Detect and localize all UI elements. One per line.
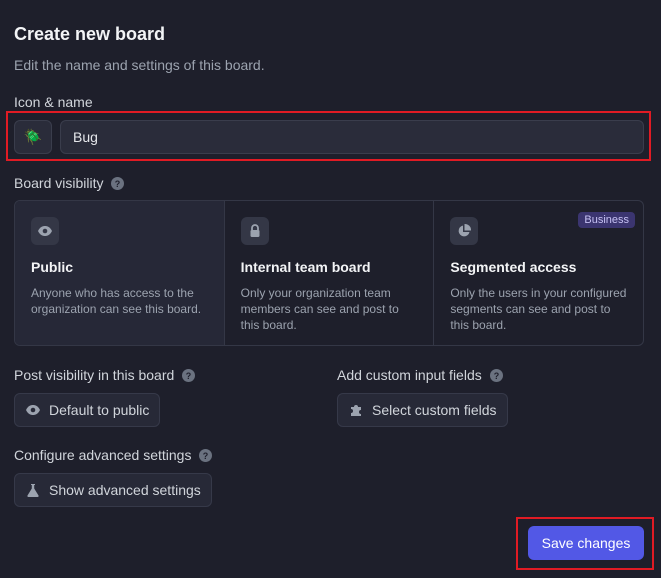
svg-text:?: ? bbox=[494, 371, 500, 381]
select-custom-fields-button[interactable]: Select custom fields bbox=[337, 393, 508, 427]
page-title: Create new board bbox=[14, 24, 166, 44]
visibility-option-segmented[interactable]: Business Segmented access Only the users… bbox=[434, 201, 643, 345]
business-badge: Business bbox=[578, 212, 636, 228]
show-advanced-settings-button-label: Show advanced settings bbox=[49, 482, 201, 498]
beetle-icon: 🪲 bbox=[23, 129, 43, 146]
help-icon[interactable]: ? bbox=[182, 368, 196, 382]
flask-icon bbox=[25, 482, 41, 498]
board-icon-picker[interactable]: 🪲 bbox=[14, 120, 52, 154]
board-visibility-label: Board visibility ? bbox=[14, 175, 125, 191]
puzzle-icon bbox=[348, 402, 364, 418]
lock-icon bbox=[240, 217, 269, 245]
save-changes-button[interactable]: Save changes bbox=[528, 526, 644, 560]
pie-chart-icon bbox=[450, 217, 479, 245]
help-icon[interactable]: ? bbox=[111, 176, 125, 190]
visibility-option-public[interactable]: Public Anyone who has access to the orga… bbox=[15, 201, 225, 345]
board-name-input[interactable] bbox=[60, 120, 644, 154]
board-visibility-label-text: Board visibility bbox=[14, 175, 104, 191]
show-advanced-settings-button[interactable]: Show advanced settings bbox=[14, 473, 212, 507]
eye-icon bbox=[25, 402, 41, 418]
post-visibility-label: Post visibility in this board ? bbox=[14, 367, 196, 383]
visibility-option-title: Public bbox=[31, 259, 74, 275]
advanced-settings-label-text: Configure advanced settings bbox=[14, 447, 192, 463]
svg-text:?: ? bbox=[186, 371, 192, 381]
select-custom-fields-button-label: Select custom fields bbox=[372, 402, 497, 418]
post-visibility-button-label: Default to public bbox=[49, 402, 150, 418]
visibility-option-internal[interactable]: Internal team board Only your organizati… bbox=[225, 201, 435, 345]
visibility-option-title: Segmented access bbox=[450, 259, 577, 275]
post-visibility-button[interactable]: Default to public bbox=[14, 393, 161, 427]
visibility-option-description: Only your organization team members can … bbox=[240, 286, 399, 332]
eye-icon bbox=[31, 217, 59, 245]
help-icon[interactable]: ? bbox=[489, 368, 503, 382]
page-subtitle: Edit the name and settings of this board… bbox=[14, 57, 265, 73]
post-visibility-label-text: Post visibility in this board bbox=[14, 367, 175, 383]
help-icon[interactable]: ? bbox=[199, 448, 213, 462]
visibility-option-description: Only the users in your configured segmen… bbox=[450, 286, 627, 332]
custom-fields-label-text: Add custom input fields bbox=[337, 367, 482, 383]
custom-fields-label: Add custom input fields ? bbox=[337, 367, 503, 383]
visibility-options: Public Anyone who has access to the orga… bbox=[14, 200, 644, 346]
svg-text:?: ? bbox=[115, 179, 121, 189]
icon-name-label-text: Icon & name bbox=[14, 94, 93, 110]
icon-name-label: Icon & name bbox=[14, 94, 93, 110]
advanced-settings-label: Configure advanced settings ? bbox=[14, 447, 213, 463]
visibility-option-description: Anyone who has access to the organizatio… bbox=[31, 286, 202, 316]
svg-text:?: ? bbox=[203, 451, 209, 461]
visibility-option-title: Internal team board bbox=[240, 259, 371, 275]
